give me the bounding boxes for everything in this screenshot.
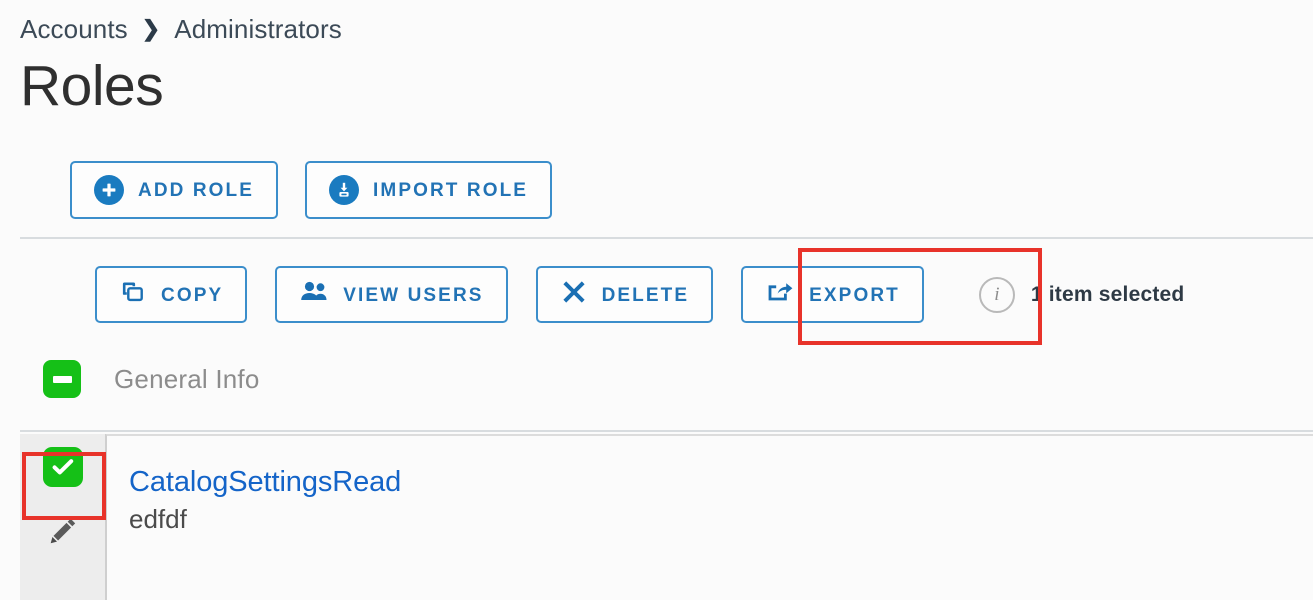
minus-icon [52,375,72,383]
import-role-label: IMPORT ROLE [373,180,529,201]
add-role-button[interactable]: ADD ROLE [70,161,279,219]
export-icon [765,279,795,311]
delete-label: DELETE [601,284,690,306]
export-button[interactable]: EXPORT [741,266,924,323]
view-users-button[interactable]: VIEW USERS [275,266,508,323]
selection-status-label: 1 item selected [1030,282,1185,306]
grid-top-divider [20,430,1313,432]
pencil-icon[interactable] [46,514,80,553]
check-icon [52,459,73,475]
breadcrumb-item-administrators[interactable]: Administrators [174,14,342,45]
copy-icon [119,278,147,312]
view-users-label: VIEW USERS [343,284,484,306]
export-label: EXPORT [809,284,900,306]
grid-gutter [20,434,106,600]
primary-action-bar: ADD ROLE IMPORT ROLE [70,161,553,219]
row-edit-cell [20,500,105,594]
copy-button[interactable]: COPY [95,266,248,323]
table-row: CatalogSettingsRead edfdf [106,434,1313,600]
role-name-link[interactable]: CatalogSettingsRead [129,466,1313,499]
row-checkbox-cell [20,434,105,500]
section-label: General Info [114,363,260,394]
section-header-general-info: General Info [43,360,260,398]
breadcrumb: Accounts ❯ Administrators [20,14,342,45]
roles-grid: CatalogSettingsRead edfdf [20,434,1313,600]
add-role-label: ADD ROLE [138,180,255,201]
selection-toolbar: COPY VIEW USERS DELETE EXPORT i 1 item s… [95,266,1184,323]
info-icon[interactable]: i [978,276,1015,313]
row-checkbox[interactable] [42,447,83,487]
collapse-toggle-icon[interactable] [43,360,81,398]
delete-button[interactable]: DELETE [535,266,714,323]
plus-circle-icon [94,175,124,205]
selection-status: i 1 item selected [978,276,1185,313]
page-title: Roles [20,54,164,118]
role-description: edfdf [129,504,187,535]
breadcrumb-item-accounts[interactable]: Accounts [20,14,128,45]
users-icon [299,279,329,311]
chevron-right-icon: ❯ [141,15,161,41]
import-circle-icon [329,175,360,205]
toolbar-divider [20,237,1313,239]
copy-label: COPY [161,284,224,306]
import-role-button[interactable]: IMPORT ROLE [305,161,553,219]
close-x-icon [560,278,588,312]
